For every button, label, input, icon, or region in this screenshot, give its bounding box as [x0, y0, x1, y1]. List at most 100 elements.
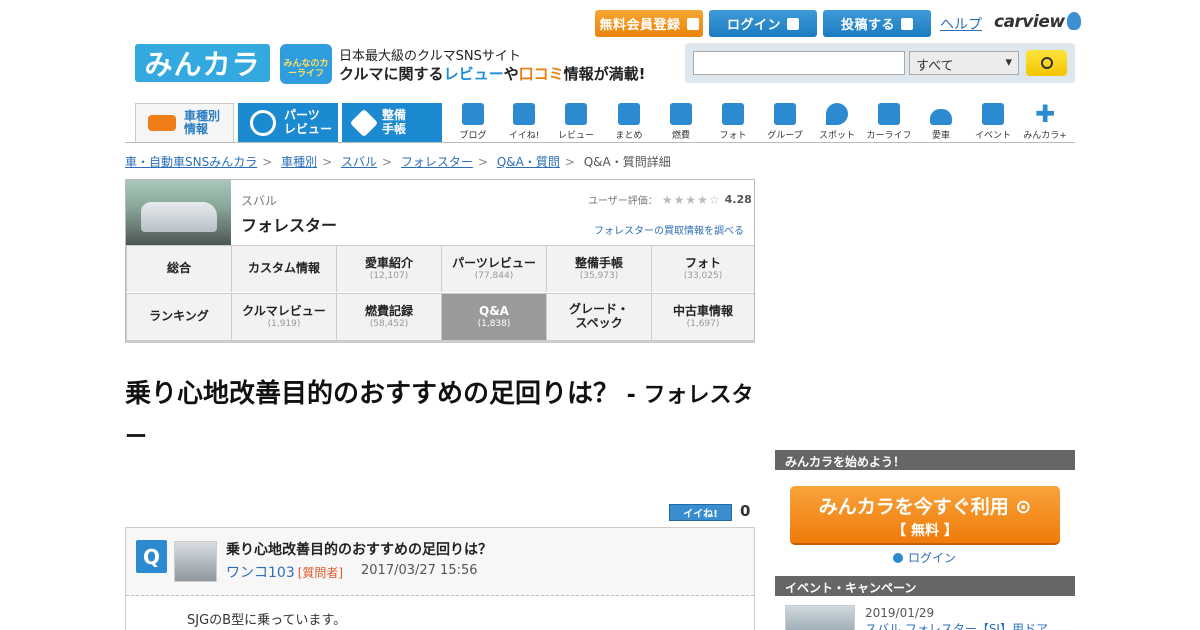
- nav-fuel[interactable]: 燃費: [655, 103, 707, 141]
- rating-label: ユーザー評価：: [588, 196, 658, 207]
- nav-minkara-plus[interactable]: ✚ みんカラ+: [1019, 102, 1071, 141]
- rating-stars-icon: ★★★★☆: [661, 192, 721, 207]
- user-rating: ユーザー評価： ★★★★☆ 4.28: [588, 192, 752, 208]
- car-body-shape: [141, 202, 217, 232]
- tagline-part: 情報が満載!: [563, 65, 646, 83]
- nav-spot[interactable]: スポット: [811, 103, 863, 141]
- nav-label: 愛車: [931, 131, 950, 141]
- event-title[interactable]: スバル フォレスター【SJ】用ドア: [865, 620, 1048, 630]
- tab-label-line: 情報: [184, 122, 209, 136]
- help-link[interactable]: ヘルプ: [940, 14, 982, 34]
- car-maker: スバル: [241, 194, 278, 208]
- post-button[interactable]: 投稿する: [823, 10, 931, 37]
- question-icon: Q: [136, 540, 167, 573]
- nav-label: 燃費: [671, 131, 690, 141]
- user-link[interactable]: ワンコ103: [226, 565, 295, 581]
- rating-score: 4.28: [724, 193, 752, 206]
- arrow-circle-icon: [893, 552, 903, 563]
- search-scope-select[interactable]: すべて ▾: [909, 51, 1019, 75]
- nav-group[interactable]: グループ: [759, 103, 811, 141]
- search-input[interactable]: [693, 51, 905, 75]
- breadcrumb-link[interactable]: Q&A・質問: [497, 155, 560, 169]
- nav-review[interactable]: レビュー: [550, 103, 602, 141]
- nav-blog[interactable]: ブログ: [447, 103, 499, 141]
- menu-custom[interactable]: カスタム情報: [231, 245, 336, 292]
- carview-logo[interactable]: carview: [994, 12, 1081, 32]
- menu-count: (1,919): [267, 318, 301, 329]
- event-date: 2019/01/29: [865, 606, 935, 620]
- tagline-part: クルマに関する: [339, 65, 444, 83]
- tab-car-info[interactable]: 車種別 情報: [135, 103, 234, 142]
- menu-maintenance[interactable]: 整備手帳 (35,973): [546, 245, 651, 292]
- nav-mycar[interactable]: 愛車: [915, 103, 967, 141]
- title-main: 乗り心地改善目的のおすすめの足回りは？: [125, 379, 620, 409]
- menu-label: 整備手帳: [574, 255, 623, 270]
- nav-label: スポット: [818, 131, 855, 141]
- menu-fuel-record[interactable]: 燃費記録 (58,452): [336, 293, 441, 340]
- menu-ranking[interactable]: ランキング: [126, 293, 231, 340]
- carview-mark-icon: [1066, 12, 1081, 30]
- menu-qa[interactable]: Q&A (1,838): [441, 293, 546, 340]
- nav-label: まとめ: [615, 131, 643, 141]
- car-thumbnail[interactable]: [126, 180, 231, 245]
- nav-label: みんカラ+: [1023, 131, 1067, 141]
- document-icon: [618, 103, 640, 125]
- tab-label-line: 手帳: [382, 121, 407, 136]
- menu-mycar[interactable]: 愛車紹介 (12,107): [336, 245, 441, 292]
- menu-photo[interactable]: フォト (33,025): [651, 245, 754, 292]
- menu-used-car[interactable]: 中古車情報 (1,697): [651, 293, 754, 340]
- iine-button[interactable]: イイね!: [669, 504, 732, 521]
- sidebar-login[interactable]: ログイン: [893, 549, 956, 566]
- nav-matome[interactable]: まとめ: [603, 103, 655, 141]
- tab-label-line: 整備: [382, 108, 407, 123]
- menu-count: (58,452): [369, 318, 409, 329]
- menu-label: パーツレビュー: [452, 255, 536, 270]
- breadcrumb-link[interactable]: 車種別: [281, 155, 317, 169]
- search-scope-value: すべて: [916, 59, 954, 74]
- nav-divider: [125, 142, 1075, 143]
- register-button[interactable]: 無料会員登録: [595, 10, 703, 37]
- tab-maintenance[interactable]: 整備 手帳: [342, 103, 442, 142]
- blog-icon: [462, 103, 484, 125]
- people-icon: [982, 103, 1004, 125]
- site-logo[interactable]: みんカラ: [135, 44, 270, 82]
- menu-grade-spec[interactable]: グレード・スペック: [546, 293, 651, 340]
- menu-count: (33,025): [683, 270, 723, 281]
- carview-label: carview: [994, 12, 1065, 32]
- notebook-icon: [878, 103, 900, 125]
- login-button[interactable]: ログイン: [709, 10, 817, 37]
- tab-label-line: 車種別: [184, 108, 221, 123]
- event-thumbnail[interactable]: [785, 605, 855, 630]
- menu-parts-review[interactable]: パーツレビュー (77,844): [441, 245, 546, 292]
- page-title: 乗り心地改善目的のおすすめの足回りは？ - フォレスター: [125, 374, 755, 458]
- tab-parts-review[interactable]: パーツ レビュー: [238, 103, 338, 142]
- avatar[interactable]: [174, 541, 217, 582]
- breadcrumb-link[interactable]: フォレスター: [401, 155, 473, 169]
- nav-iine[interactable]: イイね!: [498, 103, 550, 141]
- menu-overview[interactable]: 総合: [126, 245, 231, 292]
- breadcrumb-link[interactable]: 車・自動車SNSみんカラ: [125, 155, 257, 169]
- breadcrumb-link[interactable]: スバル: [341, 155, 377, 169]
- nav-photo[interactable]: フォト: [707, 103, 759, 141]
- register-label: 無料会員登録: [599, 18, 681, 33]
- user-role: [質問者]: [297, 566, 344, 580]
- question-body: SJGのB型に乗っています。: [187, 613, 347, 628]
- use-now-button[interactable]: みんカラを今すぐ利用 ⊙ 【 無料 】: [790, 486, 1060, 545]
- nav-label: グループ: [767, 131, 803, 141]
- menu-label: カスタム情報: [247, 261, 320, 276]
- dropdown-arrow-icon: ▾: [1005, 55, 1012, 70]
- nav-label: レビュー: [557, 131, 594, 141]
- nav-label: カーライフ: [866, 131, 912, 141]
- buy-info-link[interactable]: フォレスターの買取情報を調べる: [594, 222, 744, 237]
- nav-event[interactable]: イベント: [967, 103, 1019, 141]
- menu-car-review[interactable]: クルマレビュー (1,919): [231, 293, 336, 340]
- thumbs-up-icon: [513, 103, 535, 125]
- nav-carlife[interactable]: カーライフ: [863, 103, 915, 141]
- fuel-pump-icon: [670, 103, 692, 125]
- search-button[interactable]: [1026, 50, 1067, 76]
- breadcrumb-separator: >: [262, 155, 273, 169]
- nav-label: イベント: [974, 131, 1011, 141]
- menu-label: 愛車紹介: [364, 255, 413, 270]
- question-user: ワンコ103 [質問者]: [226, 562, 343, 582]
- carlife-logo[interactable]: みんなのカーライフ: [280, 44, 332, 84]
